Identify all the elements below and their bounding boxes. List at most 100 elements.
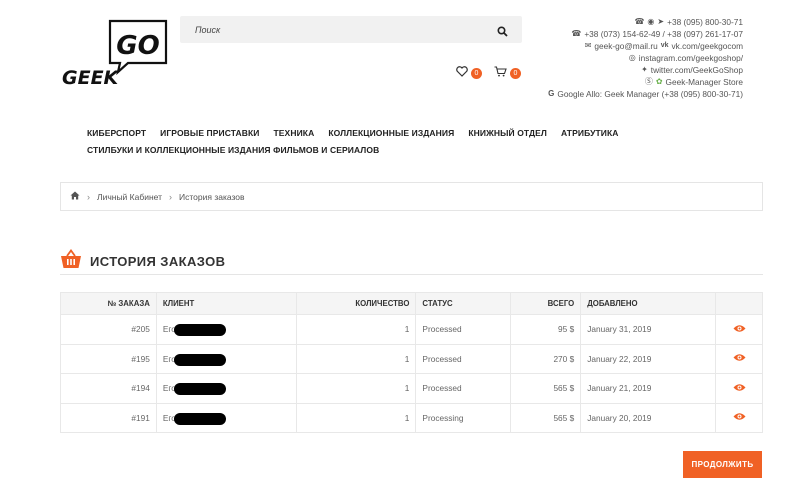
nav-item-tech[interactable]: ТЕХНИКА: [274, 128, 315, 138]
table-row: #191 Егор 1 Processing 565 $ January 20,…: [60, 402, 763, 433]
order-client: Егор: [155, 402, 297, 433]
col-total: Всего: [510, 292, 582, 315]
contact-info: ☎ ◉ ➤ +38 (095) 800-30-71 ☎ +38 (073) 15…: [548, 16, 743, 100]
cart-icon: [494, 64, 507, 82]
order-actions: [715, 402, 763, 433]
header-icons: 0 0: [456, 64, 521, 82]
table-row: #205 Егор 1 Processed 95 $ January 31, 2…: [60, 314, 763, 345]
eye-icon[interactable]: [733, 353, 746, 364]
order-id: #191: [60, 402, 157, 433]
order-total: 565 $: [510, 373, 582, 404]
order-quantity: 1: [295, 314, 417, 345]
logo-graphic: GO GEEK: [62, 19, 168, 89]
android-icon: ✿: [655, 77, 663, 86]
main-nav: КИБЕРСПОРТ ИГРОВЫЕ ПРИСТАВКИ ТЕХНИКА КОЛ…: [87, 128, 727, 162]
contact-phone1[interactable]: +38 (095) 800-30-71: [667, 16, 743, 28]
cart-button[interactable]: 0: [494, 64, 521, 82]
chevron-right-icon: ›: [169, 191, 172, 202]
skype-icon: Ⓢ: [644, 77, 653, 86]
order-status: Processed: [415, 373, 512, 404]
order-quantity: 1: [295, 343, 417, 374]
page-header: ИСТОРИЯ ЗАКАЗОВ: [60, 248, 763, 275]
nav-item-collectors[interactable]: КОЛЛЕКЦИОННЫЕ ИЗДАНИЯ: [328, 128, 454, 138]
phone-icon: ☎: [634, 17, 645, 26]
order-quantity: 1: [295, 402, 417, 433]
search-input[interactable]: [180, 16, 480, 43]
order-total: 95 $: [510, 314, 582, 345]
contact-allo-row: G Google Allo: Geek Manager (+38 (095) 8…: [548, 88, 743, 100]
col-quantity: Количество: [295, 292, 417, 315]
contact-skype[interactable]: Geek-Manager Store: [666, 76, 743, 88]
contact-email[interactable]: geek-go@mail.ru: [594, 40, 657, 52]
order-date: January 31, 2019: [580, 314, 716, 345]
instagram-icon: ◎: [628, 53, 636, 62]
eye-icon[interactable]: [733, 383, 746, 394]
contact-phone2-row: ☎ +38 (073) 154-62-49 / +38 (097) 261-17…: [548, 28, 743, 40]
search-bar: [180, 16, 522, 43]
order-actions: [715, 314, 763, 345]
col-client: Клиент: [155, 292, 297, 315]
col-order-id: № заказа: [60, 292, 157, 315]
order-actions: [715, 343, 763, 374]
order-status: Processing: [415, 402, 512, 433]
geekgo-logo[interactable]: GO GEEK: [60, 18, 170, 89]
heart-icon: [456, 64, 468, 82]
redaction-mark: [173, 324, 226, 336]
logo-text-top: GO: [116, 31, 159, 61]
order-id: #205: [60, 314, 157, 345]
order-id: #194: [60, 373, 157, 404]
nav-item-merch[interactable]: АТРИБУТИКА: [561, 128, 619, 138]
basket-icon: [60, 248, 82, 274]
telegram-icon: ➤: [657, 17, 665, 26]
whatsapp-icon: ◉: [647, 17, 655, 26]
contact-phone2[interactable]: +38 (073) 154-62-49 / +38 (097) 261-17-0…: [584, 28, 743, 40]
wishlist-count-badge: 0: [471, 67, 482, 79]
order-id: #195: [60, 343, 157, 374]
order-total: 565 $: [510, 402, 582, 433]
breadcrumb-order-history[interactable]: История заказов: [179, 192, 245, 202]
contact-email-row: ✉ geek-go@mail.ru vk vk.com/geekgocom: [548, 40, 743, 52]
nav-item-books[interactable]: КНИЖНЫЙ ОТДЕЛ: [468, 128, 547, 138]
wishlist-button[interactable]: 0: [456, 64, 482, 82]
order-status: Processed: [415, 343, 512, 374]
eye-icon[interactable]: [733, 324, 746, 335]
twitter-icon: ✦: [641, 65, 648, 74]
nav-item-esports[interactable]: КИБЕРСПОРТ: [87, 128, 146, 138]
col-actions: [715, 292, 763, 315]
order-client: Егор: [155, 343, 297, 374]
continue-button[interactable]: ПРОДОЛЖИТЬ: [683, 451, 762, 478]
order-status: Processed: [415, 314, 512, 345]
contact-google-allo[interactable]: Google Allo: Geek Manager (+38 (095) 800…: [557, 88, 743, 100]
order-client: Егор: [155, 373, 297, 404]
logo-text-bottom: GEEK: [62, 67, 120, 88]
col-date-added: Добавлено: [580, 292, 716, 315]
contact-twitter[interactable]: twitter.com/GeekGoShop: [651, 64, 743, 76]
phone-icon: ☎: [571, 29, 582, 38]
nav-item-consoles[interactable]: ИГРОВЫЕ ПРИСТАВКИ: [160, 128, 259, 138]
contact-instagram[interactable]: instagram.com/geekgoshop/: [639, 52, 743, 64]
order-client: Егор: [155, 314, 297, 345]
chevron-right-icon: ›: [87, 191, 90, 202]
cart-count-badge: 0: [510, 67, 521, 79]
nav-row-1: КИБЕРСПОРТ ИГРОВЫЕ ПРИСТАВКИ ТЕХНИКА КОЛ…: [87, 128, 727, 138]
google-icon: G: [548, 89, 555, 98]
contact-phone1-row: ☎ ◉ ➤ +38 (095) 800-30-71: [548, 16, 743, 28]
eye-icon[interactable]: [733, 412, 746, 423]
page-title: ИСТОРИЯ ЗАКАЗОВ: [90, 254, 226, 269]
breadcrumb-account[interactable]: Личный Кабинет: [97, 192, 162, 202]
contact-twitter-row: ✦ twitter.com/GeekGoShop: [548, 64, 743, 76]
contact-instagram-row: ◎ instagram.com/geekgoshop/: [548, 52, 743, 64]
nav-item-steelbooks[interactable]: СТИЛБУКИ И КОЛЛЕКЦИОННЫЕ ИЗДАНИЯ ФИЛЬМОВ…: [87, 145, 379, 155]
table-row: #195 Егор 1 Processed 270 $ January 22, …: [60, 343, 763, 374]
search-icon[interactable]: [497, 24, 508, 37]
redaction-mark: [173, 412, 226, 425]
home-icon[interactable]: [70, 191, 80, 202]
nav-row-2: СТИЛБУКИ И КОЛЛЕКЦИОННЫЕ ИЗДАНИЯ ФИЛЬМОВ…: [87, 145, 727, 155]
breadcrumb: › Личный Кабинет › История заказов: [60, 182, 763, 211]
contact-vk[interactable]: vk.com/geekgocom: [672, 40, 743, 52]
vk-icon: vk: [660, 42, 669, 49]
order-date: January 22, 2019: [580, 343, 716, 374]
orders-table: № заказа Клиент Количество Статус Всего …: [60, 292, 763, 433]
mail-icon: ✉: [584, 41, 592, 50]
order-total: 270 $: [510, 343, 582, 374]
